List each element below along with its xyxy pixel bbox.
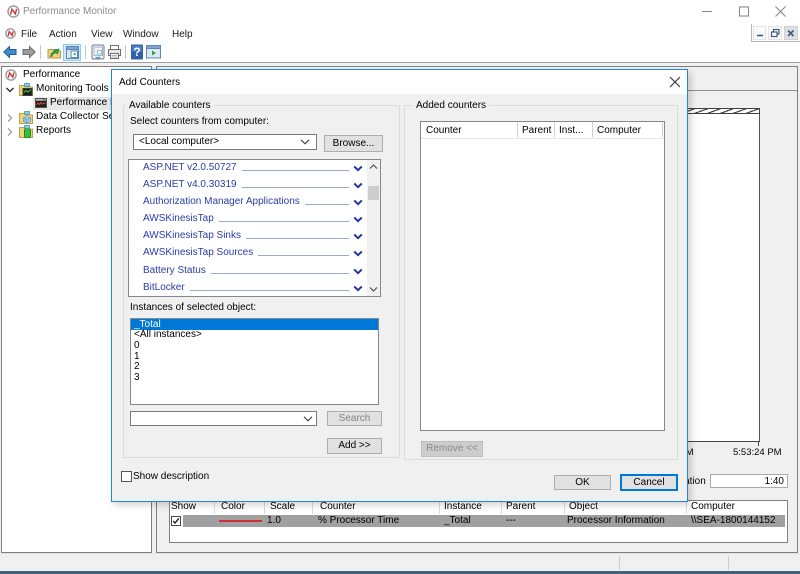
svg-text:?: ? [133,45,140,59]
